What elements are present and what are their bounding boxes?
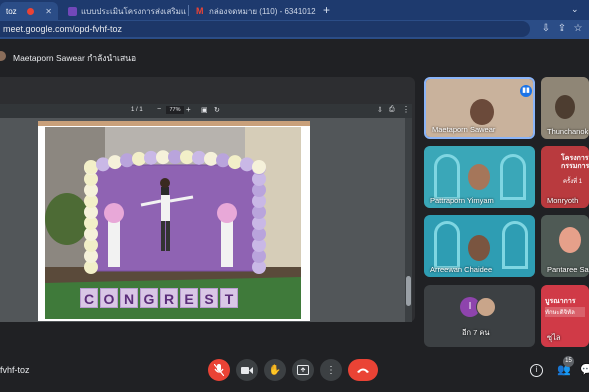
slide-overlay-text: ครั้งที่ 1	[563, 179, 583, 185]
participant-tile[interactable]: Thunchanok	[541, 77, 589, 139]
new-tab-button[interactable]: +	[323, 3, 330, 17]
more-options-button[interactable]: ⋮	[320, 359, 342, 381]
rotate-icon[interactable]: ↻	[214, 106, 220, 114]
presenter-avatar	[0, 51, 6, 61]
person-silhouette	[559, 227, 581, 253]
camera-button[interactable]	[236, 359, 258, 381]
tab-divider	[188, 5, 189, 16]
chat-icon[interactable]: 💬	[580, 363, 589, 376]
congrest-blocks: C O N G R E S T	[80, 288, 238, 308]
tab-label: กล่องจดหมาย (110) - 63410120@	[209, 6, 316, 16]
letter-block: O	[100, 288, 118, 308]
letter-block: T	[220, 288, 238, 308]
participant-name: Monryoth	[547, 196, 579, 205]
participant-tile[interactable]: โครงการ กรรมการ ครั้งที่ 1 Monryoth	[541, 146, 589, 208]
more-vert-icon: ⋮	[326, 364, 336, 376]
aquarium-arch	[502, 221, 528, 269]
more-participants-tile[interactable]: I อีก 7 คน	[424, 285, 535, 347]
aquarium-arch	[434, 221, 460, 269]
close-tab-icon[interactable]: ✕	[45, 7, 52, 16]
camera-icon	[241, 366, 253, 374]
present-screen-icon	[297, 365, 309, 375]
person-silhouette	[468, 235, 490, 261]
raise-hand-button[interactable]: ✋	[264, 359, 286, 381]
forms-icon	[68, 6, 77, 16]
print-icon[interactable]: ⎙	[389, 106, 395, 114]
letter-block: C	[80, 288, 98, 308]
participant-name: Maetaporn Sawear	[432, 125, 496, 134]
speaking-indicator-icon: ▮▮	[520, 85, 532, 97]
gmail-icon: M	[196, 5, 204, 16]
participant-count-badge: 15	[563, 356, 574, 367]
tab-label: toz	[6, 6, 17, 16]
tab-meet[interactable]: toz ✕	[0, 2, 58, 20]
participant-name: Pattraporn Yimyam	[430, 196, 494, 205]
person-silhouette	[555, 95, 575, 119]
participant-name: Thunchanok	[547, 127, 589, 136]
participant-tile[interactable]: Pattraporn Yimyam	[424, 146, 535, 208]
participant-tile[interactable]: ▮▮ Maetaporn Sawear	[424, 77, 535, 139]
presenter-label: Maetaporn Sawear กำลังนำเสนอ	[13, 53, 137, 63]
aquarium-arch	[500, 154, 526, 200]
zoom-out-icon[interactable]: −	[157, 106, 161, 113]
meeting-code: fvhf-toz	[0, 365, 30, 375]
more-options-icon[interactable]: ⋮	[402, 105, 410, 114]
download-icon[interactable]: ⇩	[540, 23, 552, 35]
participant-avatar-photo	[476, 297, 496, 317]
tab-evaluation-form[interactable]: แบบประเมินโครงการส่งเสริมและพัฒนา ✕	[62, 2, 186, 20]
person-silhouette	[468, 164, 490, 190]
page-indicator: 1 / 1	[131, 107, 143, 113]
present-button[interactable]	[292, 359, 314, 381]
share-icon[interactable]: ⇪	[556, 23, 568, 35]
bookmark-star-icon[interactable]: ☆	[572, 23, 584, 35]
letter-block: E	[180, 288, 198, 308]
address-bar[interactable]: meet.google.com/opd-fvhf-toz	[0, 21, 530, 37]
meeting-info-icon[interactable]: i	[530, 364, 543, 377]
tab-search-icon[interactable]: ⌄	[571, 4, 579, 15]
slide-overlay-text: บูรณาการ	[545, 298, 576, 305]
participant-tile[interactable]: Arreewan Chaidee	[424, 215, 535, 277]
fit-page-icon[interactable]: ▣	[201, 106, 208, 114]
pdf-scrollbar-thumb[interactable]	[406, 276, 411, 306]
participant-name: Pantaree Sa	[547, 265, 589, 274]
letter-block: R	[160, 288, 178, 308]
hand-icon: ✋	[268, 364, 282, 376]
leave-call-button[interactable]	[348, 359, 378, 381]
tab-gmail[interactable]: M กล่องจดหมาย (110) - 63410120@ ✕	[190, 2, 316, 20]
tab-label: แบบประเมินโครงการส่งเสริมและพัฒนา	[81, 6, 186, 16]
participant-tile[interactable]: บูรณาการ ทักษะดิจิทัล ซุไล	[541, 285, 589, 347]
slide-overlay-text: โครงการ กรรมการ	[561, 155, 589, 170]
participant-name: Arreewan Chaidee	[430, 265, 493, 274]
letter-block: S	[200, 288, 218, 308]
person-silhouette	[470, 99, 494, 125]
slide-overlay-text: ทักษะดิจิทัล	[545, 307, 585, 317]
mic-off-icon	[214, 364, 224, 376]
mic-off-button[interactable]	[208, 359, 230, 381]
participant-tile[interactable]: Pantaree Sa	[541, 215, 589, 277]
url-text: meet.google.com/opd-fvhf-toz	[3, 24, 123, 34]
recording-dot-icon	[27, 7, 35, 15]
participant-name: ซุไล	[547, 333, 561, 342]
page-top-strip	[38, 121, 310, 126]
aquarium-arch	[434, 154, 460, 200]
zoom-in-icon[interactable]: +	[186, 105, 191, 114]
pdf-download-icon[interactable]: ⇩	[377, 106, 383, 114]
end-call-icon	[357, 368, 369, 373]
letter-block: N	[120, 288, 138, 308]
zoom-level[interactable]: 77%	[166, 106, 184, 114]
letter-block: G	[140, 288, 158, 308]
more-participants-label: อีก 7 คน	[462, 328, 490, 337]
